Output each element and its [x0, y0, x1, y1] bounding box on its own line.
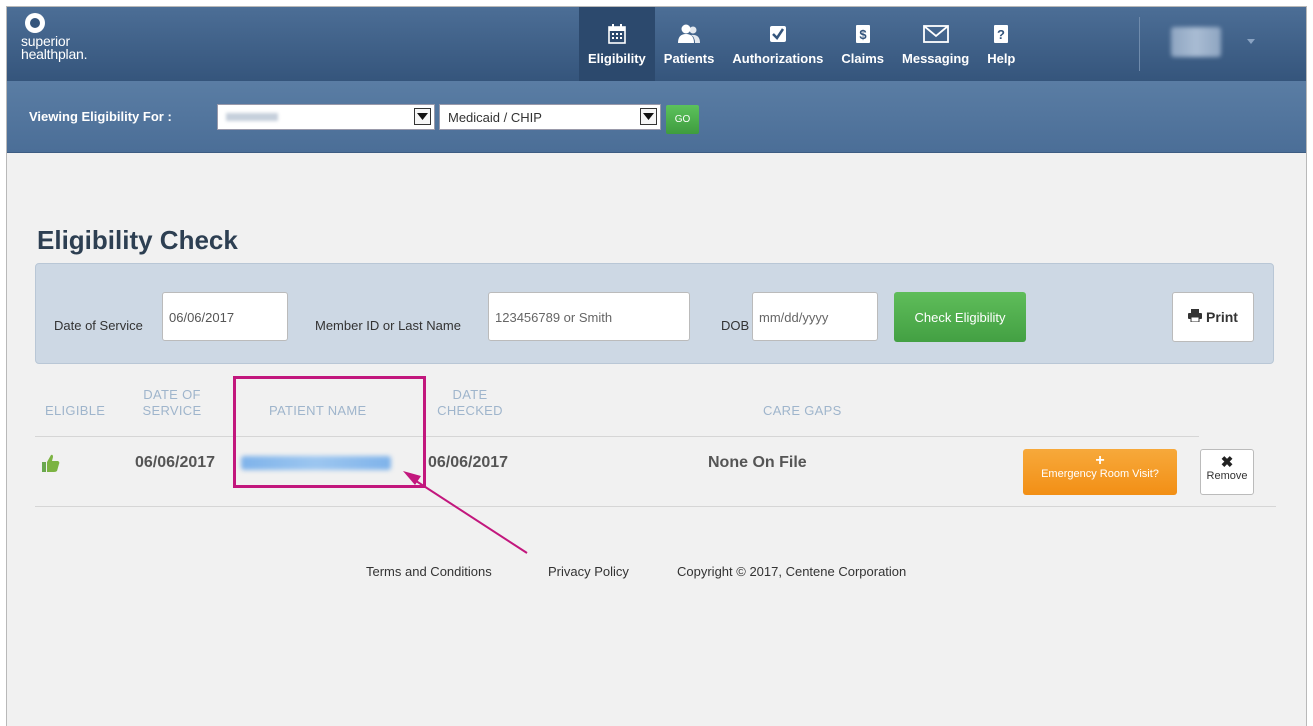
chevron-down-icon[interactable]	[414, 108, 431, 125]
date-of-service-input[interactable]: 06/06/2017	[162, 292, 288, 341]
table-header-divider	[35, 436, 1199, 437]
footer-copyright: Copyright © 2017, Centene Corporation	[677, 564, 907, 579]
nav-messaging[interactable]: Messaging	[893, 7, 978, 81]
nav-label: Help	[987, 50, 1016, 66]
header-text: DATE	[452, 387, 488, 402]
nav-label: Claims	[841, 50, 885, 66]
nav-label: Eligibility	[588, 50, 646, 66]
main-nav: Eligibility Patients Authorizations $ Cl…	[579, 7, 1024, 81]
dollar-icon: $	[855, 23, 871, 45]
plus-icon: +	[1095, 452, 1105, 469]
table-row-divider	[35, 506, 1276, 507]
patients-icon	[677, 23, 701, 45]
row-care-gaps: None On File	[708, 454, 807, 471]
row-date-checked: 06/06/2017	[428, 454, 509, 471]
nav-claims[interactable]: $ Claims	[832, 7, 893, 81]
nav-patients[interactable]: Patients	[655, 7, 724, 81]
nav-label: Authorizations	[732, 50, 824, 66]
eligibility-context-bar: Viewing Eligibility For : Medicaid / CHI…	[7, 81, 1306, 153]
provider-select[interactable]	[217, 104, 435, 130]
plan-select-value: Medicaid / CHIP	[448, 109, 542, 125]
user-menu[interactable]	[1171, 27, 1221, 57]
header-date-checked: DATE CHECKED	[428, 387, 512, 419]
remove-button[interactable]: ✖ Remove	[1200, 449, 1254, 495]
close-icon: ✖	[1220, 454, 1234, 471]
header-text: DATE OF	[143, 387, 201, 402]
go-button[interactable]: GO	[666, 105, 699, 134]
header-eligible: ELIGIBLE	[45, 403, 106, 418]
logo-icon	[25, 13, 45, 33]
dob-input[interactable]: mm/dd/yyyy	[752, 292, 878, 341]
plan-select[interactable]: Medicaid / CHIP	[439, 104, 661, 130]
help-icon: ?	[993, 23, 1009, 45]
checkbox-icon	[769, 23, 787, 45]
printer-icon	[1188, 309, 1203, 325]
viewing-for-label: Viewing Eligibility For :	[29, 109, 172, 124]
date-of-service-label: Date of Service	[54, 318, 143, 333]
chevron-down-icon[interactable]	[640, 108, 657, 125]
svg-text:$: $	[859, 27, 867, 42]
envelope-icon	[922, 23, 949, 45]
member-id-input[interactable]: 123456789 or Smith	[488, 292, 690, 341]
chevron-down-icon[interactable]	[1247, 39, 1255, 44]
eligibility-filter-panel: Date of Service 06/06/2017 Member ID or …	[35, 263, 1274, 364]
nav-label: Patients	[663, 50, 715, 66]
nav-divider	[1139, 17, 1140, 71]
header-date-of-service: DATE OF SERVICE	[131, 387, 213, 419]
nav-authorizations[interactable]: Authorizations	[723, 7, 832, 81]
header-text: SERVICE	[142, 403, 202, 418]
nav-help[interactable]: ? Help	[978, 7, 1024, 81]
er-label: Emergency Room Visit?	[1041, 468, 1159, 480]
annotation-highlight-box	[233, 376, 426, 488]
thumbs-up-icon	[41, 453, 61, 478]
remove-label: Remove	[1206, 470, 1248, 482]
print-button[interactable]: Print	[1172, 292, 1254, 342]
page-title: Eligibility Check	[37, 225, 238, 255]
calendar-icon	[608, 23, 626, 45]
dob-label: DOB	[721, 318, 750, 333]
browser-frame: superior healthplan. Eligibility Patient…	[6, 6, 1307, 726]
nav-label: Messaging	[902, 50, 970, 66]
emergency-room-visit-button[interactable]: + Emergency Room Visit?	[1023, 449, 1177, 495]
header-care-gaps: CARE GAPS	[763, 403, 842, 418]
svg-text:?: ?	[997, 27, 1005, 42]
brand-logo[interactable]: superior healthplan.	[21, 13, 88, 62]
nav-eligibility[interactable]: Eligibility	[579, 7, 655, 81]
footer-terms-link[interactable]: Terms and Conditions	[366, 564, 492, 579]
member-id-label: Member ID or Last Name	[315, 318, 461, 333]
redacted-provider-value	[226, 113, 278, 121]
footer-privacy-link[interactable]: Privacy Policy	[548, 564, 629, 579]
top-nav-bar: superior healthplan. Eligibility Patient…	[7, 7, 1306, 81]
print-label: Print	[1206, 309, 1238, 325]
header-text: CHECKED	[437, 403, 503, 418]
row-date-of-service: 06/06/2017	[135, 454, 216, 471]
check-eligibility-button[interactable]: Check Eligibility	[894, 292, 1026, 342]
brand-line-2: healthplan.	[21, 46, 88, 62]
